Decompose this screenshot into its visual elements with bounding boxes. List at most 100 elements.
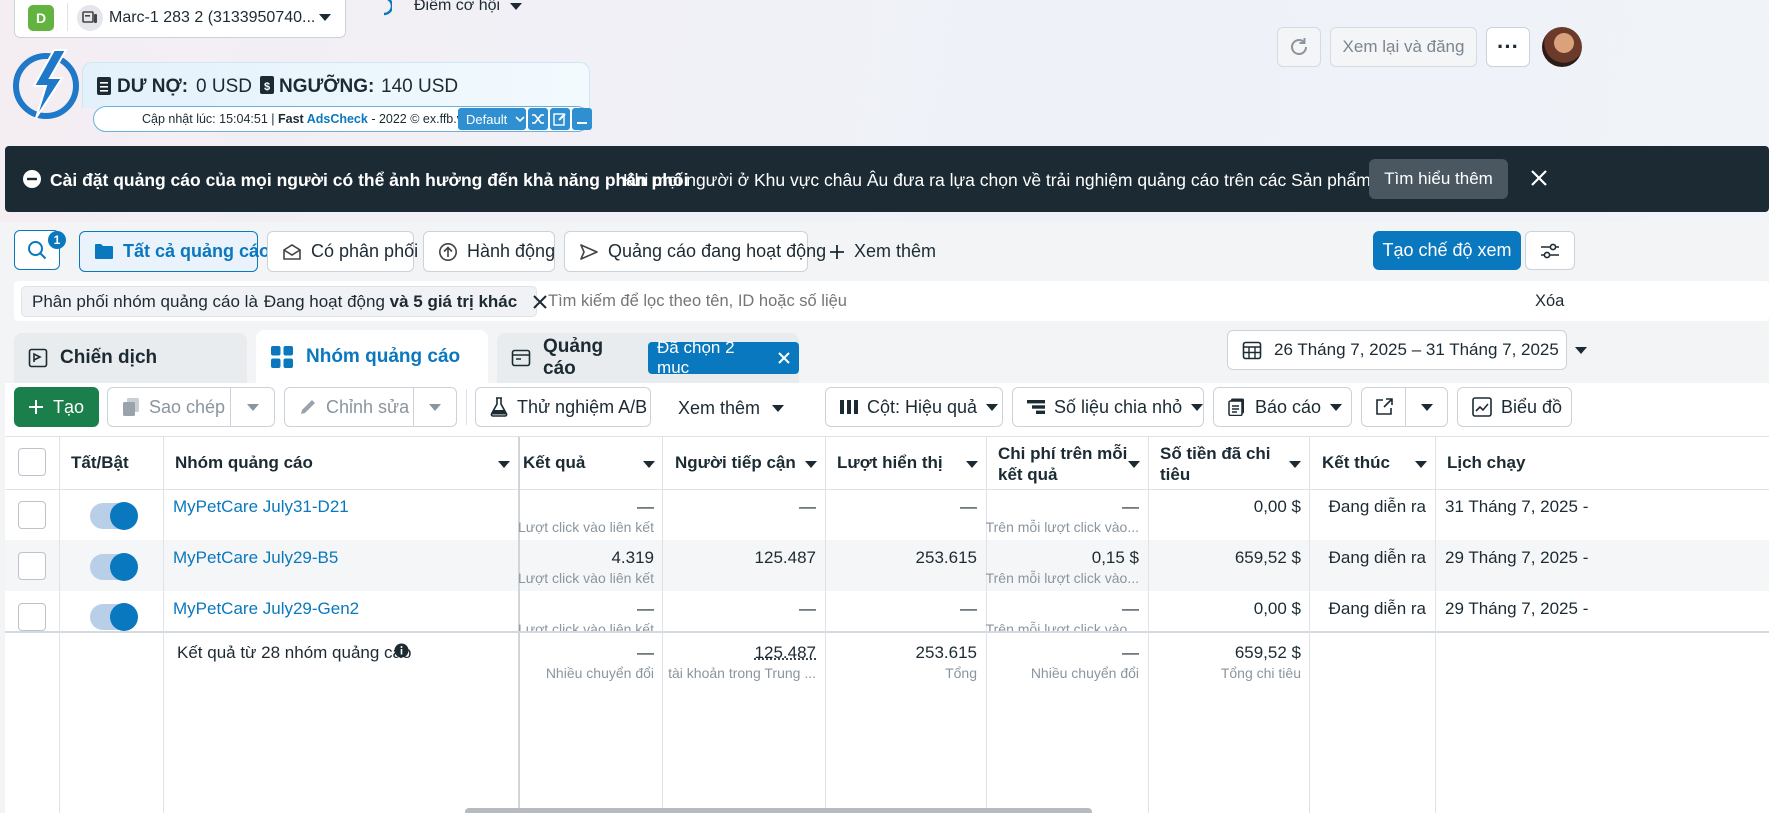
toolbar-more-label: Xem thêm — [678, 398, 760, 419]
cell-cost-per-result: — — [1122, 599, 1139, 619]
export-icon — [1375, 398, 1393, 416]
col-header-schedule[interactable]: Lịch chạy — [1447, 453, 1525, 473]
col-header-name[interactable]: Nhóm quảng cáo — [175, 453, 313, 473]
filter-search-input[interactable] — [548, 288, 1448, 314]
close-icon[interactable] — [533, 295, 547, 309]
charts-button[interactable]: Biểu đồ — [1457, 387, 1572, 427]
review-and-publish-button[interactable]: Xem lại và đăng — [1330, 27, 1477, 67]
create-button[interactable]: Tạo — [14, 387, 99, 427]
score-arc-icon — [382, 0, 392, 16]
learn-more-button[interactable]: Tìm hiểu thêm — [1369, 159, 1508, 199]
chevron-down-icon — [986, 404, 998, 411]
adset-name-link[interactable]: MyPetCare July29-B5 — [173, 548, 338, 568]
col-header-results[interactable]: Kết quả — [523, 453, 585, 473]
line-chart-icon — [1472, 397, 1492, 417]
opportunity-score[interactable]: Điểm cơ hội — [382, 0, 522, 18]
info-icon[interactable] — [394, 643, 409, 658]
more-options-button[interactable]: ··· — [1486, 27, 1530, 67]
breakdown-button[interactable]: Số liệu chia nhỏ — [1012, 387, 1204, 427]
sort-caret-icon[interactable] — [1289, 461, 1301, 468]
account-selector[interactable]: D Marc-1 283 2 (3133950740... — [14, 0, 346, 38]
close-icon[interactable] — [1530, 169, 1548, 187]
avatar[interactable] — [1542, 27, 1582, 67]
filter-more[interactable]: Xem thêm — [830, 241, 936, 262]
calendar-icon — [1242, 340, 1262, 360]
ad-window-icon — [511, 348, 531, 368]
minimize-icon[interactable] — [572, 108, 592, 130]
close-icon[interactable] — [778, 352, 790, 364]
col-header-ends[interactable]: Kết thúc — [1322, 453, 1390, 473]
create-view-button[interactable]: Tạo chế độ xem — [1373, 231, 1521, 270]
cell-schedule: 29 Tháng 7, 2025 - — [1445, 599, 1588, 619]
cell-schedule: 29 Tháng 7, 2025 - — [1445, 548, 1588, 568]
clear-filters-link[interactable]: Xóa — [1535, 292, 1564, 311]
date-range-picker[interactable]: 26 Tháng 7, 2025 – 31 Tháng 7, 2025 — [1227, 330, 1567, 370]
filter-more-label: Xem thêm — [854, 241, 936, 262]
cell-impressions: — — [960, 599, 977, 619]
filter-actions[interactable]: Hành động — [423, 231, 555, 272]
edit-button[interactable]: Chỉnh sửa — [284, 387, 414, 427]
toolbar-more[interactable]: Xem thêm — [678, 398, 784, 419]
ext-update-text: Cập nhật lúc: 15:04:51 | Fast AdsCheck -… — [142, 112, 470, 126]
sort-caret-icon[interactable] — [1415, 461, 1427, 468]
sort-caret-icon[interactable] — [498, 461, 510, 468]
edit-icon[interactable] — [550, 108, 570, 130]
columns-button[interactable]: Cột: Hiệu quả — [825, 387, 1003, 427]
col-header-amount-spent-line2: tiêu — [1160, 465, 1190, 485]
selected-chip[interactable]: Đã chọn 2 mục — [648, 342, 799, 374]
select-all-checkbox[interactable] — [18, 448, 46, 476]
row-checkbox[interactable] — [18, 552, 46, 580]
customize-filters-button[interactable] — [1525, 231, 1575, 270]
summary-results-sub: Nhiều chuyển đổi — [546, 665, 654, 681]
col-header-reach[interactable]: Người tiếp cận — [675, 453, 796, 473]
sort-caret-icon[interactable] — [1128, 461, 1140, 468]
export-dropdown[interactable] — [1405, 387, 1448, 427]
row-toggle[interactable] — [90, 503, 136, 529]
ab-test-button[interactable]: Thử nghiệm A/B — [475, 387, 651, 427]
chip-status: Đang hoạt động — [264, 292, 385, 312]
edit-dropdown[interactable] — [413, 387, 457, 427]
row-toggle[interactable] — [90, 604, 136, 630]
col-header-cost-per-result[interactable]: Chi phí trên mỗi — [998, 444, 1127, 464]
create-label: Tạo — [53, 397, 84, 418]
horizontal-scrollbar[interactable] — [465, 808, 1092, 813]
sort-caret-icon[interactable] — [643, 461, 655, 468]
chevron-down-icon — [1330, 404, 1342, 411]
filter-all-ads[interactable]: Tất cả quảng cáo — [79, 231, 258, 272]
tab-ads[interactable]: Quảng cáo Đã chọn 2 mục — [497, 333, 799, 383]
row-checkbox[interactable] — [18, 501, 46, 529]
shuffle-icon[interactable] — [528, 108, 548, 130]
reports-button[interactable]: Báo cáo — [1213, 387, 1352, 427]
duplicate-dropdown[interactable] — [230, 387, 275, 427]
date-range-value: 26 Tháng 7, 2025 – 31 Tháng 7, 2025 — [1274, 340, 1559, 360]
tab-campaigns-label: Chiến dịch — [60, 347, 157, 369]
sort-caret-icon[interactable] — [805, 461, 817, 468]
copy-icon — [122, 397, 140, 417]
cell-ends: Đang diễn ra — [1329, 497, 1426, 517]
chevron-down-icon — [1191, 404, 1203, 411]
row-checkbox[interactable] — [18, 603, 46, 631]
col-header-toggle[interactable]: Tất/Bật — [71, 453, 129, 473]
col-header-amount-spent[interactable]: Số tiền đã chi — [1160, 444, 1271, 464]
sort-caret-icon[interactable] — [966, 461, 978, 468]
cell-results-sub: Lượt click vào liên kết — [518, 570, 654, 586]
filter-has-delivery[interactable]: Có phân phối — [267, 231, 414, 272]
summary-amount-spent: 659,52 $ — [1235, 643, 1301, 663]
duplicate-button[interactable]: Sao chép — [107, 387, 231, 427]
summary-label: Kết quả từ 28 nhóm quảng cáo — [177, 643, 411, 663]
adset-name-link[interactable]: MyPetCare July29-Gen2 — [173, 599, 359, 619]
mode-select[interactable]: Default — [458, 108, 526, 130]
row-toggle[interactable] — [90, 554, 136, 580]
update-time: Cập nhật lúc: 15:04:51 | — [142, 112, 278, 126]
export-button[interactable] — [1361, 387, 1406, 427]
refresh-button[interactable] — [1277, 27, 1321, 67]
filter-active-ads[interactable]: Quảng cáo đang hoạt động — [564, 231, 808, 272]
tab-ad-sets[interactable]: Nhóm quảng cáo — [256, 330, 488, 383]
filter-chip[interactable]: Phân phối nhóm quảng cáo là Đang hoạt độ… — [21, 286, 537, 317]
cell-reach: — — [799, 497, 816, 517]
reports-icon — [1228, 398, 1246, 416]
adset-name-link[interactable]: MyPetCare July31-D21 — [173, 497, 349, 517]
chevron-down-icon — [429, 404, 441, 411]
tab-campaigns[interactable]: Chiến dịch — [14, 333, 247, 383]
col-header-impressions[interactable]: Lượt hiển thị — [837, 453, 943, 473]
